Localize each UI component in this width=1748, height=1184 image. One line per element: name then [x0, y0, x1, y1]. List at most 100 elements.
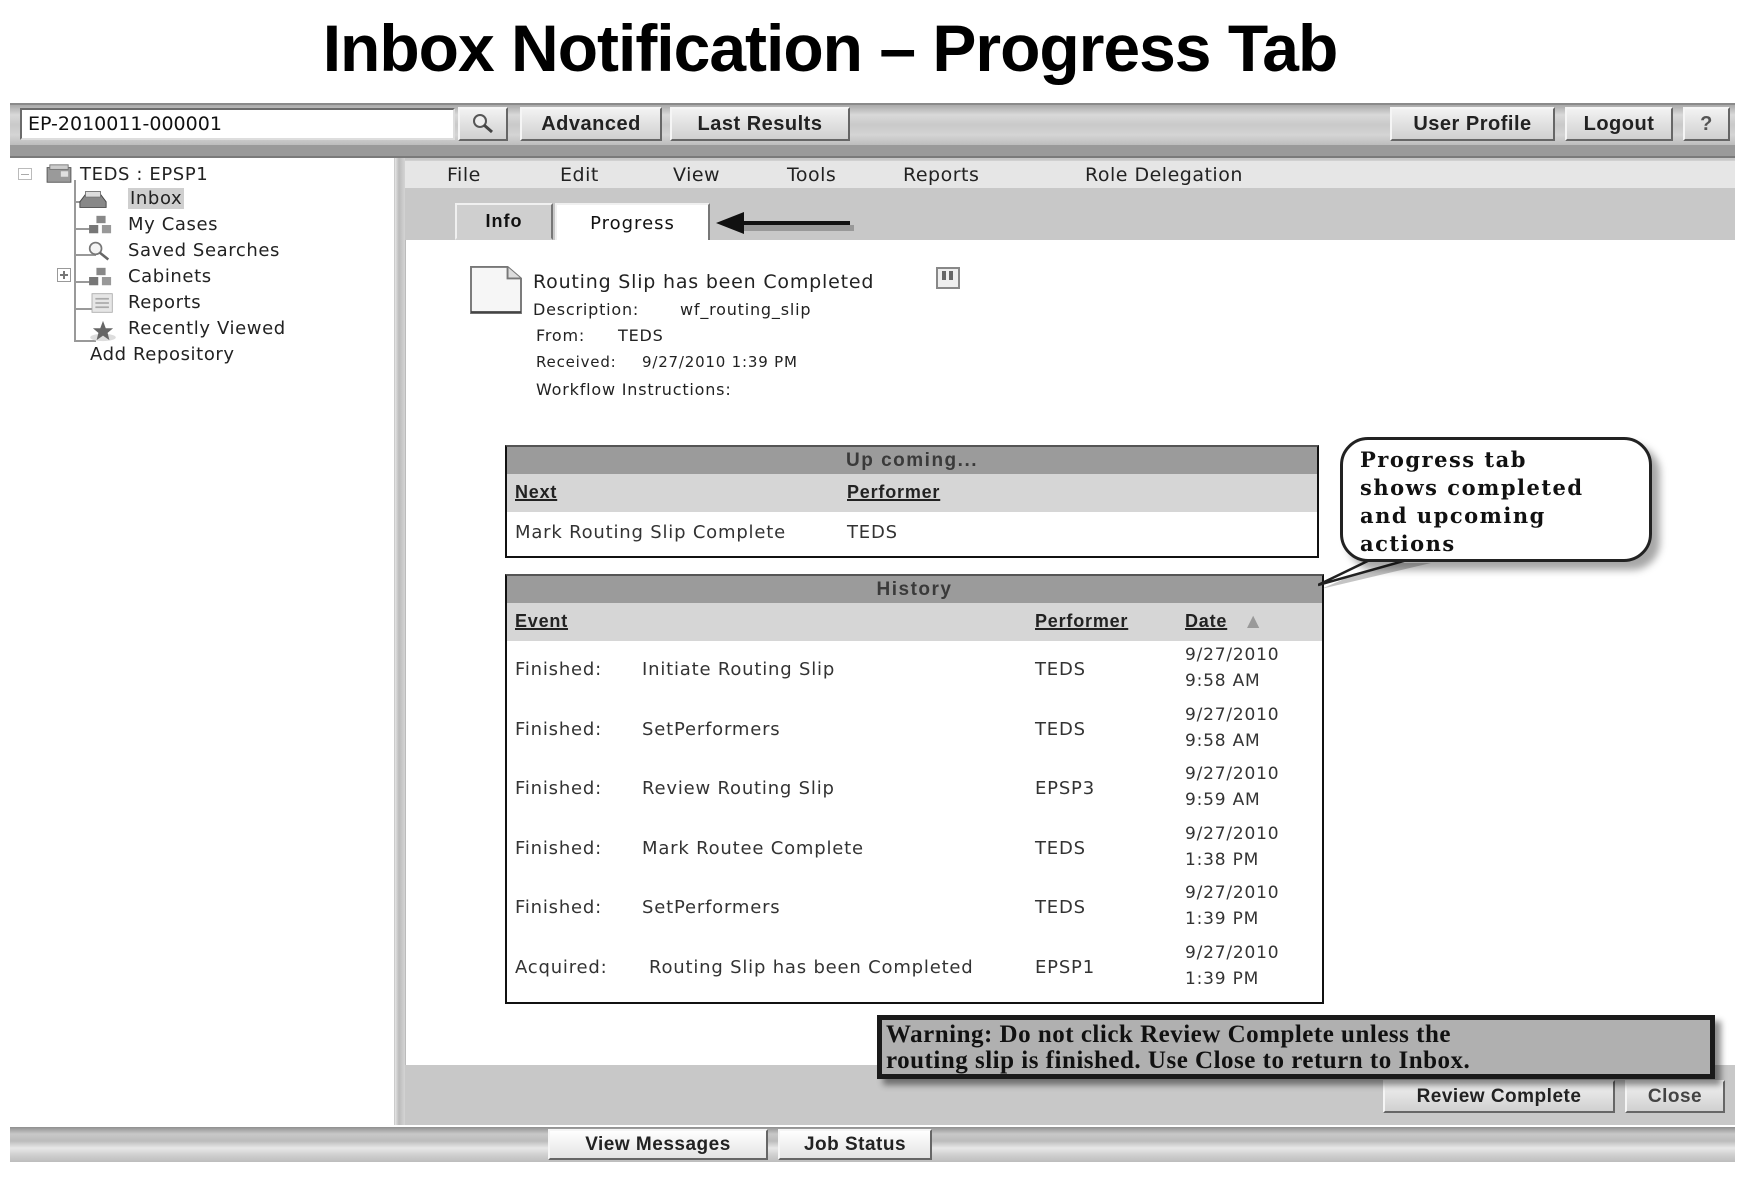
performer-cell: EPSP3 — [1035, 778, 1095, 799]
warning-line: routing slip is finished. Use Close to r… — [886, 1047, 1471, 1074]
repository-server-icon — [46, 164, 72, 183]
inbox-tray-icon — [79, 191, 107, 208]
tab-info[interactable]: Info — [455, 203, 553, 240]
tree-item-inbox[interactable]: Inbox — [128, 188, 185, 209]
tree-root-label[interactable]: TEDS : EPSP1 — [80, 164, 208, 185]
table-row[interactable]: Mark Routing Slip Complete TEDS — [507, 512, 1317, 556]
cabinets-icon — [89, 267, 112, 286]
tree-item-my-cases[interactable]: My Cases — [128, 214, 218, 235]
menu-view[interactable]: View — [673, 161, 720, 189]
column-header-event[interactable]: Event — [515, 611, 568, 632]
date-cell: 9/27/2010 — [1185, 823, 1280, 844]
event-status-cell: Finished: — [515, 718, 603, 740]
time-cell: 9:58 AM — [1185, 730, 1261, 751]
performer-cell: TEDS — [1035, 718, 1086, 740]
tab-progress[interactable]: Progress — [555, 203, 710, 243]
event-status-cell: Finished: — [515, 897, 603, 918]
menu-role-delegation[interactable]: Role Delegation — [1085, 161, 1243, 189]
table-row[interactable]: Finished: Mark Routee Complete TEDS 9/27/20… — [507, 820, 1322, 879]
callout-line: actions — [1360, 531, 1456, 556]
event-name-cell: SetPerformers — [642, 897, 781, 918]
upcoming-performer-cell: TEDS — [847, 522, 898, 543]
history-table: History Event Performer Date ▲ Finished:… — [505, 574, 1324, 1004]
advanced-button[interactable]: Advanced — [520, 107, 662, 141]
table-row[interactable]: Acquired: Routing Slip has been Completed… — [507, 939, 1322, 998]
warning-annotation: Warning: Do not click Review Complete un… — [877, 1015, 1715, 1079]
performer-cell: TEDS — [1035, 897, 1086, 918]
warning-line: Warning: Do not click Review Complete un… — [886, 1021, 1451, 1048]
event-name-cell: Mark Routee Complete — [642, 837, 864, 859]
search-input[interactable] — [20, 108, 455, 140]
reports-icon — [91, 293, 113, 313]
properties-icon[interactable] — [935, 266, 961, 290]
menu-bar: File Edit View Tools Reports Role Delega… — [405, 160, 1735, 188]
performer-cell: EPSP1 — [1035, 956, 1095, 978]
tree-connector — [74, 180, 76, 342]
event-name-cell: SetPerformers — [642, 718, 781, 740]
upcoming-header-row: Next Performer — [507, 474, 1317, 512]
time-cell: 9:59 AM — [1185, 790, 1261, 810]
menu-reports[interactable]: Reports — [903, 161, 979, 189]
event-status-cell: Finished: — [515, 778, 603, 799]
pointer-arrow-icon — [716, 212, 854, 234]
column-header-performer[interactable]: Performer — [1035, 611, 1128, 632]
search-button[interactable] — [458, 107, 508, 141]
user-profile-button[interactable]: User Profile — [1390, 107, 1555, 141]
view-messages-button[interactable]: View Messages — [548, 1129, 768, 1160]
column-header-next[interactable]: Next — [515, 482, 557, 503]
callout-line: Progress tab — [1360, 447, 1527, 472]
menu-file[interactable]: File — [447, 161, 481, 189]
notification-title: Routing Slip has been Completed — [533, 271, 875, 293]
job-status-button[interactable]: Job Status — [778, 1129, 932, 1160]
annotation-callout: Progress tab shows completed and upcomin… — [1340, 437, 1652, 562]
tree-item-saved-searches[interactable]: Saved Searches — [128, 240, 280, 261]
cases-icon — [89, 215, 112, 234]
event-status-cell: Finished: — [515, 659, 603, 680]
workflow-instructions-label: Workflow Instructions: — [536, 380, 732, 399]
review-complete-button[interactable]: Review Complete — [1383, 1080, 1615, 1113]
add-repository-link[interactable]: Add Repository — [90, 344, 235, 365]
sort-ascending-icon[interactable]: ▲ — [1247, 611, 1259, 630]
collapse-toggle[interactable] — [18, 168, 32, 180]
table-row[interactable]: Finished: SetPerformers TEDS 9/27/2010 9:58 … — [507, 701, 1322, 760]
upcoming-next-cell: Mark Routing Slip Complete — [515, 522, 786, 543]
column-header-performer[interactable]: Performer — [847, 482, 940, 503]
table-row[interactable]: Finished: SetPerformers TEDS 9/27/2010 1:39 … — [507, 879, 1322, 938]
column-header-date[interactable]: Date — [1185, 611, 1227, 632]
upcoming-table: Up coming... Next Performer Mark Routing… — [505, 445, 1319, 558]
date-cell: 9/27/2010 — [1185, 764, 1280, 784]
event-name-cell: Routing Slip has been Completed — [649, 956, 974, 978]
magnifier-icon — [88, 241, 110, 261]
tree-item-reports[interactable]: Reports — [128, 292, 201, 313]
date-cell: 9/27/2010 — [1185, 942, 1280, 963]
table-row[interactable]: Finished: Initiate Routing Slip TEDS 9/27/2… — [507, 641, 1322, 700]
history-header-row: Event Performer Date ▲ — [507, 603, 1322, 641]
document-icon — [470, 265, 522, 315]
logout-button[interactable]: Logout — [1565, 107, 1673, 141]
page-title: Inbox Notification – Progress Tab — [322, 11, 1339, 85]
expand-toggle[interactable] — [57, 268, 71, 282]
tree-item-cabinets[interactable]: Cabinets — [128, 266, 212, 287]
toolbar-divider — [10, 145, 1735, 158]
navigation-tree-panel: TEDS : EPSP1 Inbox My Cases Saved Search… — [10, 158, 395, 1125]
last-results-button[interactable]: Last Results — [670, 107, 850, 141]
event-name-cell: Review Routing Slip — [642, 778, 835, 799]
upcoming-caption: Up coming... — [507, 447, 1317, 474]
tree-item-recently-viewed[interactable]: Recently Viewed — [128, 318, 286, 339]
help-button[interactable]: ? — [1683, 107, 1730, 141]
performer-cell: TEDS — [1035, 659, 1086, 680]
table-row[interactable]: Finished: Review Routing Slip EPSP3 9/27/20… — [507, 760, 1322, 819]
menu-edit[interactable]: Edit — [560, 161, 599, 189]
close-button[interactable]: Close — [1625, 1080, 1725, 1113]
time-cell: 1:38 PM — [1185, 849, 1260, 870]
star-icon — [90, 320, 116, 342]
magnifier-icon — [473, 114, 493, 134]
menu-tools[interactable]: Tools — [787, 161, 836, 189]
date-cell: 9/27/2010 — [1185, 645, 1280, 665]
from-label: From: — [536, 326, 586, 345]
callout-line: shows completed — [1360, 475, 1584, 500]
time-cell: 1:39 PM — [1185, 909, 1260, 929]
date-cell: 9/27/2010 — [1185, 704, 1280, 725]
panel-splitter[interactable] — [395, 158, 405, 1125]
description-value: wf_routing_slip — [680, 300, 812, 319]
